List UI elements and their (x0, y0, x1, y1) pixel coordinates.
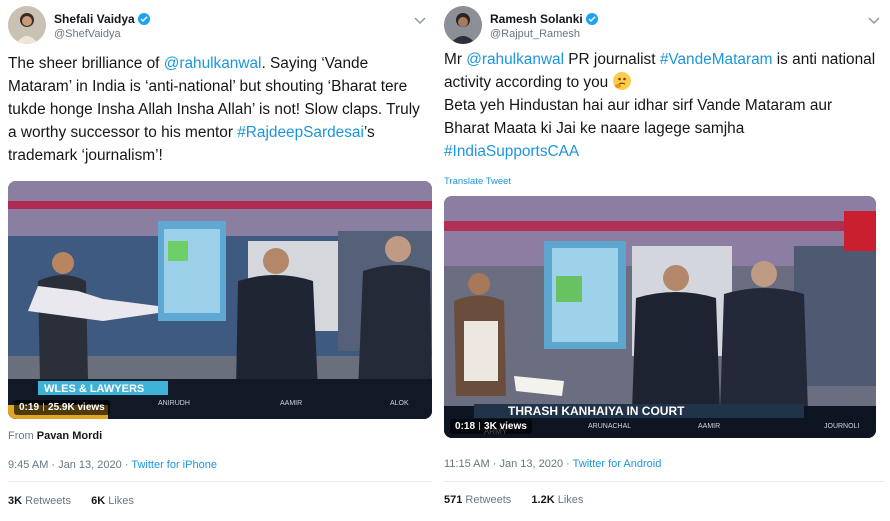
likes-stat[interactable]: 6K Likes (91, 495, 134, 507)
text-segment: Beta yeh Hindustan hai aur idhar sirf Va… (444, 97, 833, 137)
text-segment: The sheer brilliance of (8, 55, 164, 72)
chevron-down-icon[interactable] (412, 12, 428, 28)
video-player[interactable]: THRASH KANHAIYA IN COURT ARMY ARUNACHAL … (444, 196, 876, 438)
video-caption-name: ALOK (390, 400, 409, 407)
from-label: From (8, 430, 34, 442)
video-ticker-text: THRASH KANHAIYA IN COURT (508, 404, 685, 418)
retweets-label: Retweets (465, 494, 512, 506)
text-segment: PR journalist (564, 51, 660, 68)
tweet-date[interactable]: Jan 13, 2020 (499, 458, 563, 470)
likes-label: Likes (557, 494, 584, 506)
video-caption-name: ANIRUDH (158, 400, 190, 407)
tweet-source-link[interactable]: Twitter for iPhone (131, 459, 217, 471)
text-segment: Mr (444, 51, 467, 68)
tweet-source-link[interactable]: Twitter for Android (573, 458, 662, 470)
thinking-face-emoji (612, 72, 631, 90)
likes-stat[interactable]: 1.2K Likes (531, 494, 583, 506)
retweets-stat[interactable]: 571 Retweets (444, 494, 511, 506)
tweet-time[interactable]: 9:45 AM (8, 459, 48, 471)
tweet-header: Ramesh Solanki @Rajput_Ramesh (444, 6, 884, 46)
likes-label: Likes (108, 495, 134, 507)
video-time-views-badge: 0:18 3K views (450, 419, 532, 434)
author-name[interactable]: Shefali Vaidya (54, 12, 150, 26)
tweet-date[interactable]: Jan 13, 2020 (58, 459, 122, 471)
tweet-stats: 571 Retweets 1.2K Likes (444, 494, 583, 506)
tweet-header: Shefali Vaidya @ShefVaidya (8, 6, 428, 46)
hashtag-link[interactable]: #IndiaSupportsCAA (444, 143, 579, 160)
verified-badge-icon (585, 13, 598, 25)
avatar[interactable] (8, 6, 46, 44)
retweets-label: Retweets (25, 495, 71, 507)
retweets-count: 571 (444, 494, 463, 506)
hashtag-link[interactable]: #RajdeepSardesai (237, 124, 364, 141)
tweet-text: Mr @rahulkanwal PR journalist #VandeMata… (444, 48, 876, 163)
hashtag-link[interactable]: #VandeMataram (660, 51, 773, 68)
likes-count: 6K (91, 495, 106, 507)
video-caption-name: AAMIR (280, 400, 302, 407)
divider (8, 481, 432, 482)
video-caption-name: AAMIR (698, 423, 720, 430)
likes-count: 1.2K (531, 494, 555, 506)
author-handle[interactable]: @Rajput_Ramesh (490, 28, 580, 40)
video-caption-name: JOURNOLI (824, 423, 859, 430)
tweet-timestamp: 9:45 AM · Jan 13, 2020 · Twitter for iPh… (8, 459, 217, 471)
tweet-timestamp: 11:15 AM · Jan 13, 2020 · Twitter for An… (444, 458, 662, 470)
video-player[interactable]: WLES & LAWYERS ANIRUDH AAMIR ALOK 0:19 25… (8, 181, 432, 419)
from-account-link[interactable]: Pavan Mordi (37, 430, 102, 442)
video-frame: WLES & LAWYERS ANIRUDH AAMIR ALOK (8, 181, 432, 419)
author-name-text[interactable]: Shefali Vaidya (54, 12, 135, 26)
tweet-card-shefali: Shefali Vaidya @ShefVaidya The sheer bri… (0, 0, 437, 521)
video-views: 25.9K views (48, 402, 105, 413)
tweet-text: The sheer brilliance of @rahulkanwal. Sa… (8, 52, 432, 167)
retweets-stat[interactable]: 3K Retweets (8, 495, 71, 507)
retweets-count: 3K (8, 495, 23, 507)
verified-badge-icon (137, 13, 150, 25)
video-frame: THRASH KANHAIYA IN COURT ARMY ARUNACHAL … (444, 196, 876, 438)
video-ticker-text: WLES & LAWYERS (44, 383, 144, 395)
video-time: 0:18 (455, 421, 476, 432)
mention-link[interactable]: @rahulkanwal (164, 55, 262, 72)
avatar[interactable] (444, 6, 482, 44)
tweet-card-ramesh: Ramesh Solanki @Rajput_Ramesh Mr @rahulk… (436, 0, 890, 521)
tweet-stats: 3K Retweets 6K Likes (8, 495, 134, 507)
video-time-views-badge: 0:19 25.9K views (14, 400, 110, 415)
video-time: 0:19 (19, 402, 40, 413)
tweet-time[interactable]: 11:15 AM (444, 458, 490, 470)
author-name-text[interactable]: Ramesh Solanki (490, 12, 583, 26)
video-caption-name: ARUNACHAL (588, 423, 631, 430)
divider (444, 481, 884, 482)
chevron-down-icon[interactable] (866, 12, 882, 28)
video-views: 3K views (484, 421, 527, 432)
translate-tweet-link[interactable]: Translate Tweet (444, 176, 511, 187)
author-name[interactable]: Ramesh Solanki (490, 12, 598, 26)
author-handle[interactable]: @ShefVaidya (54, 28, 121, 40)
mention-link[interactable]: @rahulkanwal (466, 51, 564, 68)
video-attribution: From Pavan Mordi (8, 430, 102, 442)
